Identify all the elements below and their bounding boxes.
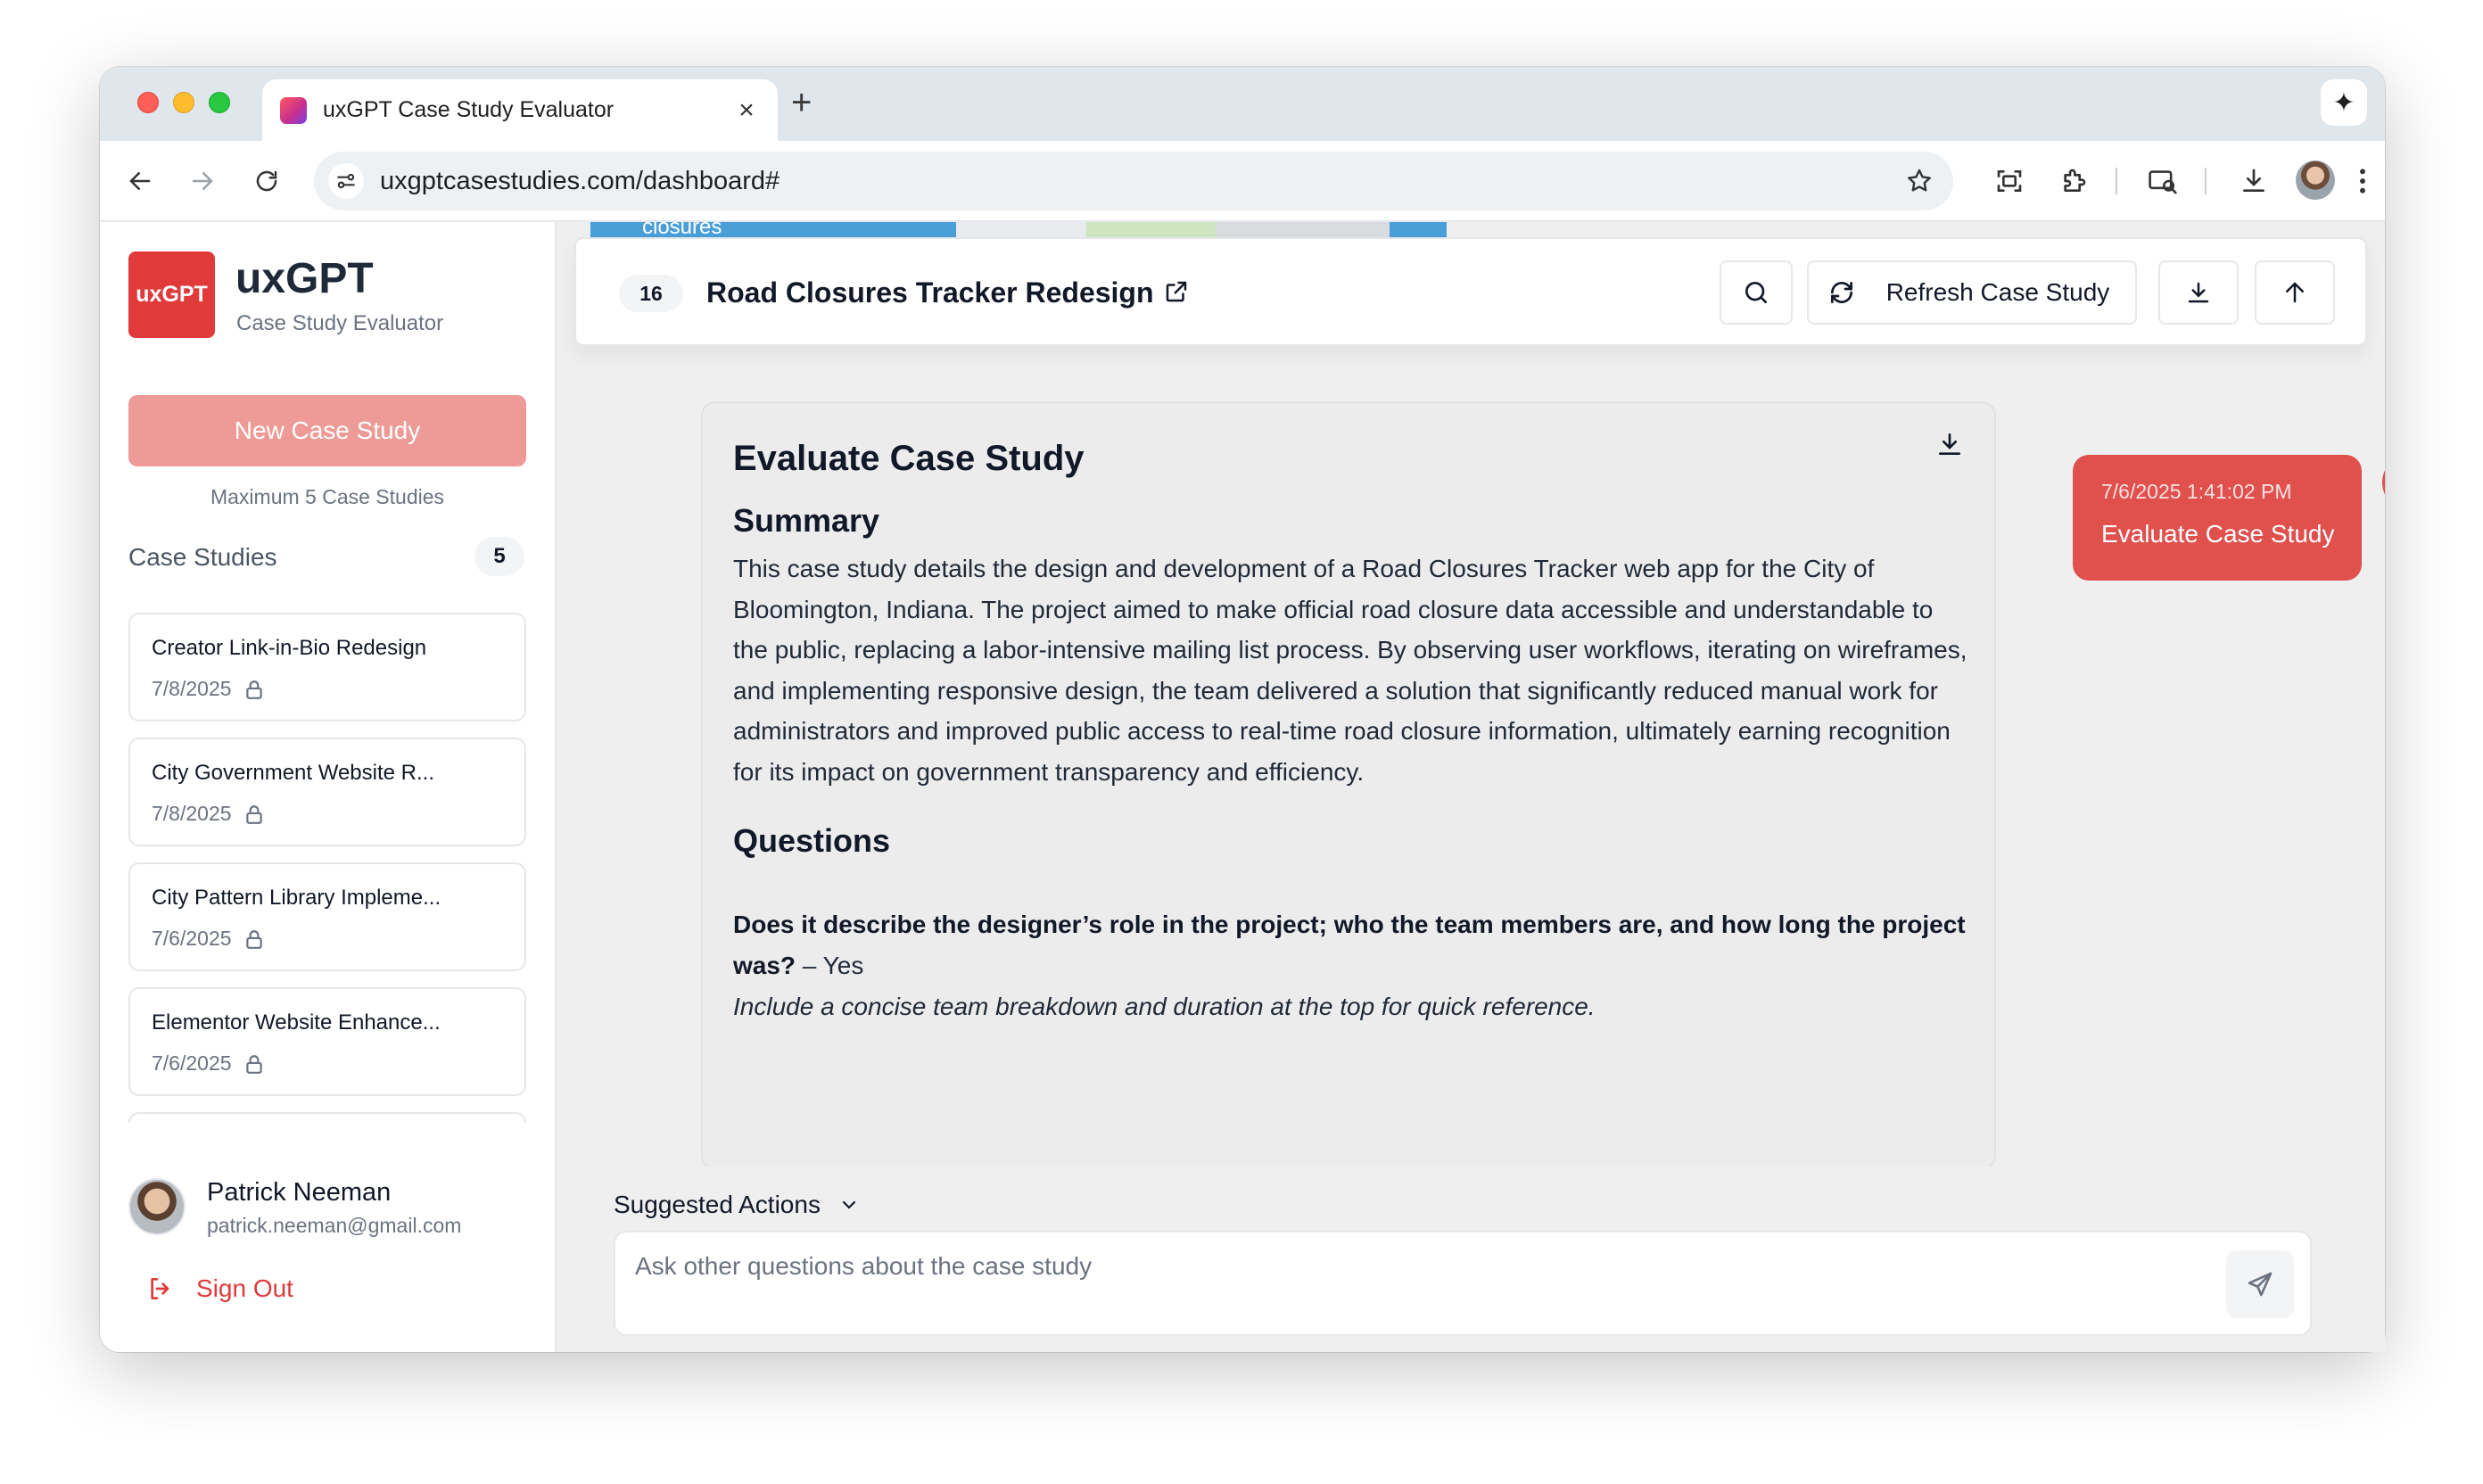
case-studies-count-badge: 5 xyxy=(474,537,524,576)
case-study-title: City Pattern Library Impleme... xyxy=(152,886,441,910)
url-text: uxgptcasestudies.com/dashboard# xyxy=(380,166,780,195)
toolbar-divider xyxy=(2116,168,2117,194)
reload-button[interactable] xyxy=(246,161,287,202)
tab-title: uxGPT Case Study Evaluator xyxy=(323,97,615,122)
questions-heading: Questions xyxy=(733,822,891,859)
case-study-list[interactable]: Creator Link-in-Bio Redesign 7/8/2025 Ci… xyxy=(128,613,526,1123)
sign-out-label: Sign Out xyxy=(196,1274,293,1302)
search-button[interactable] xyxy=(1720,260,1793,325)
arrow-right-icon xyxy=(192,172,213,190)
chat-input[interactable] xyxy=(635,1249,2205,1284)
arrow-left-icon xyxy=(129,172,151,190)
more-menu-icon[interactable] xyxy=(2342,161,2383,202)
sign-out-button[interactable]: Sign Out xyxy=(146,1274,293,1303)
browser-toolbar: uxgptcasestudies.com/dashboard# xyxy=(100,141,2385,222)
case-study-title: Road Closures Tracker Redesign xyxy=(706,276,1154,309)
suggested-actions-toggle[interactable]: Suggested Actions xyxy=(614,1191,860,1219)
tab-close-button[interactable]: × xyxy=(733,95,760,126)
case-study-item[interactable]: City Government Website R... 7/8/2025 xyxy=(128,738,526,846)
case-studies-heading: Case Studies xyxy=(128,543,277,571)
lock-icon xyxy=(245,804,262,824)
new-case-study-button[interactable]: New Case Study xyxy=(128,395,526,466)
download-button[interactable] xyxy=(2158,260,2239,325)
question-item: Does it describe the designer’s role in … xyxy=(733,904,1973,986)
refresh-icon xyxy=(1830,282,1852,303)
preview-text: closures xyxy=(590,222,956,238)
case-study-date: 7/6/2025 xyxy=(152,1051,232,1075)
refresh-case-study-button[interactable]: Refresh Case Study xyxy=(1807,260,2137,325)
case-study-item[interactable]: City Pattern Library Impleme... 7/6/2025 xyxy=(128,862,526,971)
toolbar-divider xyxy=(2205,168,2207,194)
address-bar[interactable]: uxgptcasestudies.com/dashboard# xyxy=(314,152,1953,210)
case-study-header: 16 Road Closures Tracker Redesign Refres… xyxy=(574,237,2367,346)
minimize-window-button[interactable] xyxy=(173,92,194,113)
ai-response-card: Evaluate Case Study Summary This case st… xyxy=(701,401,1996,1170)
user-message-bubble: 7/6/2025 1:41:02 PM Evaluate Case Study xyxy=(2073,455,2362,581)
case-study-item[interactable]: Creator Link-in-Bio Redesign 7/8/2025 xyxy=(128,613,526,721)
case-study-date: 7/8/2025 xyxy=(152,677,232,700)
user-avatar-badge xyxy=(2382,454,2385,511)
question-hint: Include a concise team breakdown and dur… xyxy=(733,993,1596,1020)
site-info-icon[interactable] xyxy=(328,163,364,199)
send-icon xyxy=(2248,1272,2273,1297)
download-icon xyxy=(2188,282,2209,303)
message-text: Evaluate Case Study xyxy=(2101,520,2335,548)
summary-heading: Summary xyxy=(733,502,880,539)
question-text: Does it describe the designer’s role in … xyxy=(733,911,1966,979)
ai-response-heading: Evaluate Case Study xyxy=(733,439,1085,478)
reload-icon xyxy=(256,170,277,192)
summary-text: This case study details the design and d… xyxy=(733,555,1967,786)
favicon-icon xyxy=(280,96,307,124)
bookmark-star-icon xyxy=(1908,169,1931,192)
max-case-studies-note: Maximum 5 Case Studies xyxy=(210,485,445,508)
extensions-puzzle-icon[interactable] xyxy=(2053,161,2094,202)
case-study-item[interactable]: Elementor Website Enhance... 7/6/2025 xyxy=(128,987,526,1096)
close-window-button[interactable] xyxy=(137,92,159,113)
downloads-icon[interactable] xyxy=(2233,161,2274,202)
app-name: uxGPT xyxy=(235,255,374,302)
lock-icon xyxy=(245,680,262,699)
tab-search-icon[interactable] xyxy=(2142,161,2183,202)
tab-strip: uxGPT Case Study Evaluator × + ✦ xyxy=(100,67,2385,141)
gemini-sparkle-icon[interactable]: ✦ xyxy=(2321,79,2367,126)
case-study-title: Elementor Website Enhance... xyxy=(152,1010,441,1035)
case-study-preview-strip: closures xyxy=(590,222,1456,238)
question-answer: – Yes xyxy=(796,952,864,979)
preview-map-image xyxy=(956,222,1390,238)
send-button[interactable] xyxy=(2226,1250,2294,1318)
forward-button[interactable] xyxy=(182,161,223,202)
app-subtitle: Case Study Evaluator xyxy=(236,311,444,335)
lock-icon xyxy=(245,1054,262,1074)
sign-out-icon xyxy=(151,1278,169,1299)
download-icon[interactable] xyxy=(1935,430,1964,458)
preview-block xyxy=(1390,222,1447,238)
user-email: patrick.neeman@gmail.com xyxy=(207,1214,462,1237)
search-icon xyxy=(1745,282,1767,303)
case-study-item-partial[interactable] xyxy=(128,1112,526,1123)
sidebar: uxGPT uxGPT Case Study Evaluator New Cas… xyxy=(100,222,557,1352)
case-study-count-badge: 16 xyxy=(619,275,683,312)
browser-tab[interactable]: uxGPT Case Study Evaluator × xyxy=(262,79,778,141)
scroll-top-button[interactable] xyxy=(2255,260,2335,325)
screenshot-icon[interactable] xyxy=(1989,161,2030,202)
user-avatar xyxy=(128,1178,186,1235)
lock-icon xyxy=(245,929,262,949)
profile-avatar[interactable] xyxy=(2296,161,2335,200)
case-study-title: Creator Link-in-Bio Redesign xyxy=(152,636,427,660)
user-name: Patrick Neeman xyxy=(207,1178,392,1207)
suggested-actions-label: Suggested Actions xyxy=(614,1191,821,1218)
message-timestamp: 7/6/2025 1:41:02 PM xyxy=(2101,480,2292,503)
back-button[interactable] xyxy=(120,161,161,202)
app-logo: uxGPT xyxy=(128,251,215,338)
chat-input-box[interactable] xyxy=(614,1231,2312,1336)
arrow-up-icon xyxy=(2286,282,2304,303)
external-link-icon[interactable] xyxy=(1163,278,1190,305)
maximize-window-button[interactable] xyxy=(209,92,230,113)
case-study-date: 7/8/2025 xyxy=(152,802,232,825)
case-study-date: 7/6/2025 xyxy=(152,927,232,950)
chevron-down-icon xyxy=(842,1200,856,1209)
case-study-title: City Government Website R... xyxy=(152,761,434,785)
refresh-label: Refresh Case Study xyxy=(1885,278,2110,306)
new-tab-button[interactable]: + xyxy=(791,83,812,123)
